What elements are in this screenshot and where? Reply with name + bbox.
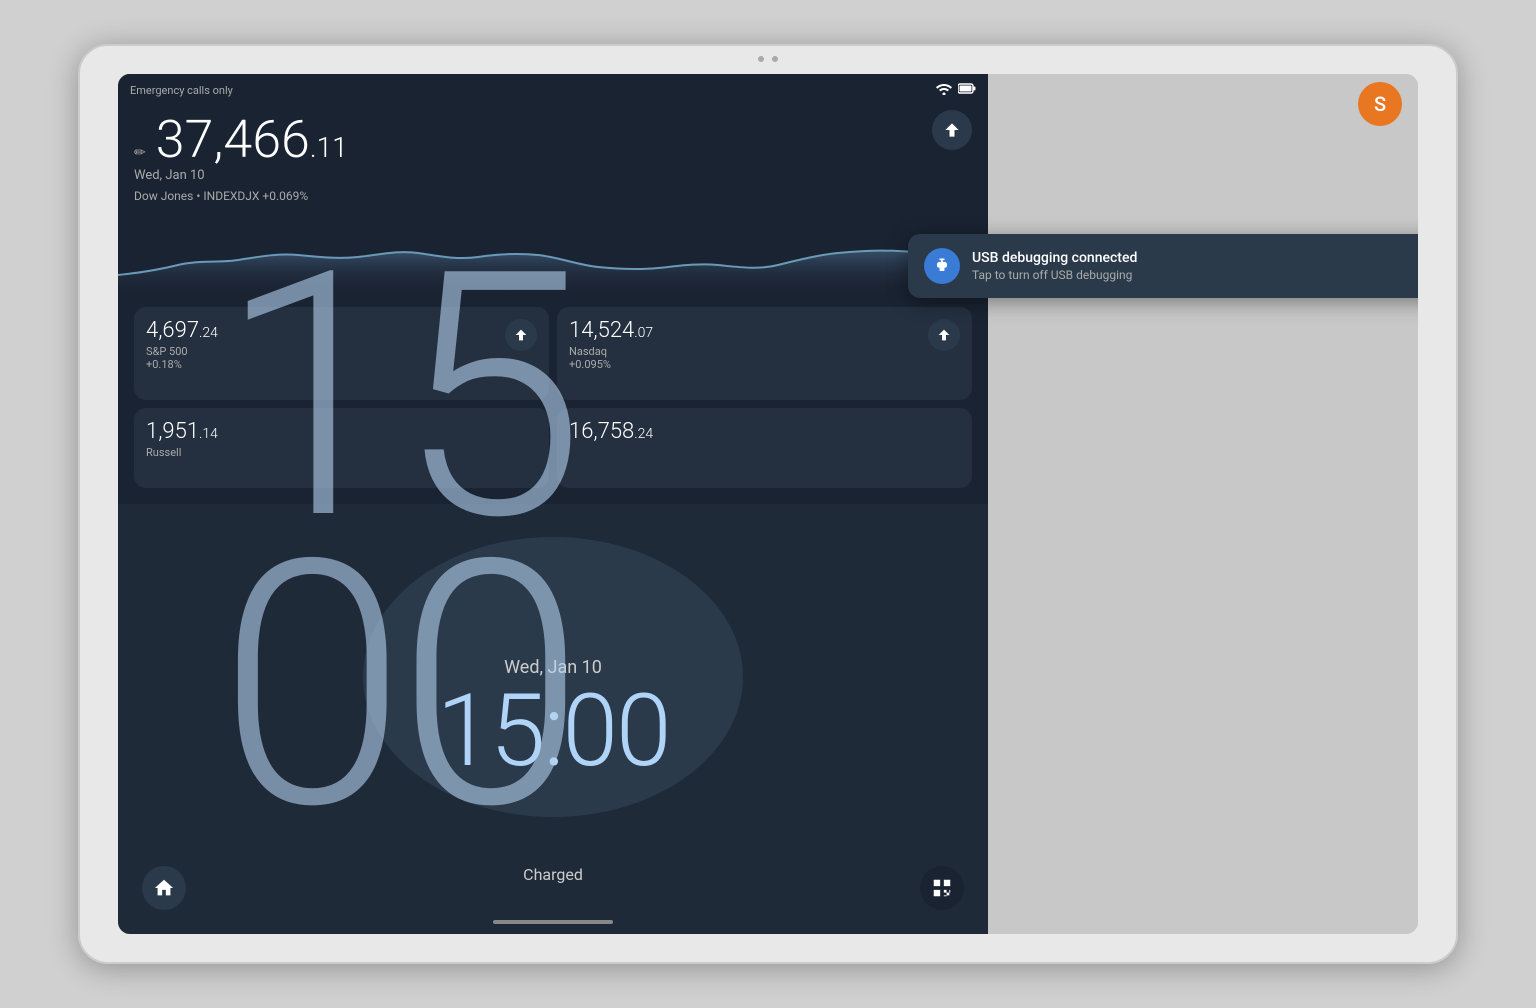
russell-name: Russell [146, 446, 537, 459]
camera-dot-left [758, 56, 764, 62]
clock-charged: Charged [523, 865, 583, 884]
qr-button[interactable] [920, 866, 964, 910]
nasdaq-up-btn[interactable] [928, 319, 960, 351]
usb-text: USB debugging connected Tap to turn off … [972, 250, 1418, 282]
stock-widget: ✏ 37,466.11 Wed, Jan 10 Dow Jones • INDE… [118, 74, 988, 504]
left-panel: Emergency calls only [118, 74, 988, 934]
wifi-icon [936, 83, 952, 98]
usb-subtitle: Tap to turn off USB debugging [972, 268, 1418, 282]
usb-notification[interactable]: USB debugging connected Tap to turn off … [908, 234, 1418, 298]
stock-card-4: 16,758.24 [557, 408, 972, 488]
nasdaq-change: +0.095% [569, 358, 960, 371]
sp500-change: +0.18% [146, 358, 537, 371]
usb-icon [924, 248, 960, 284]
right-panel: S USB debugging connected Tap to turn of… [988, 74, 1418, 934]
pencil-icon: ✏ [134, 145, 146, 161]
stock-index-info: Dow Jones • INDEXDJX +0.069% [134, 189, 972, 203]
chart-area [118, 215, 988, 295]
tablet-screen: Emergency calls only [118, 74, 1418, 934]
usb-title: USB debugging connected [972, 250, 1418, 266]
stock-up-button[interactable] [932, 110, 972, 150]
nasdaq-name: Nasdaq [569, 345, 960, 358]
clock-widget: Wed, Jan 10 15:00 Charged [118, 504, 988, 934]
stock-cards: 4,697.24 S&P 500 +0.18% 14,524.07 Nasdaq [134, 307, 972, 488]
status-bar-icons [936, 83, 976, 98]
battery-icon [958, 83, 976, 97]
tablet-frame: Emergency calls only [78, 44, 1458, 964]
russell-value: 1,951.14 [146, 420, 537, 444]
sp500-value: 4,697.24 [146, 319, 537, 343]
stock-date: Wed, Jan 10 [134, 168, 972, 183]
home-button[interactable] [142, 866, 186, 910]
sp500-up-btn[interactable] [505, 319, 537, 351]
status-bar-text: Emergency calls only [130, 84, 233, 97]
camera-dot-right [772, 56, 778, 62]
user-avatar[interactable]: S [1358, 82, 1402, 126]
stock-card-russell: 1,951.14 Russell [134, 408, 549, 488]
sp500-name: S&P 500 [146, 345, 537, 358]
nasdaq-value: 14,524.07 [569, 319, 960, 343]
status-bar: Emergency calls only [118, 74, 988, 106]
stock-card-sp500: 4,697.24 S&P 500 +0.18% [134, 307, 549, 400]
stock-main-value: 37,466.11 [156, 109, 348, 170]
clock-content: Wed, Jan 10 15:00 [437, 657, 670, 782]
stock-card-nasdaq: 14,524.07 Nasdaq +0.095% [557, 307, 972, 400]
card4-value: 16,758.24 [569, 420, 960, 444]
clock-time: 15:00 [437, 682, 670, 782]
nav-bar [493, 920, 613, 924]
